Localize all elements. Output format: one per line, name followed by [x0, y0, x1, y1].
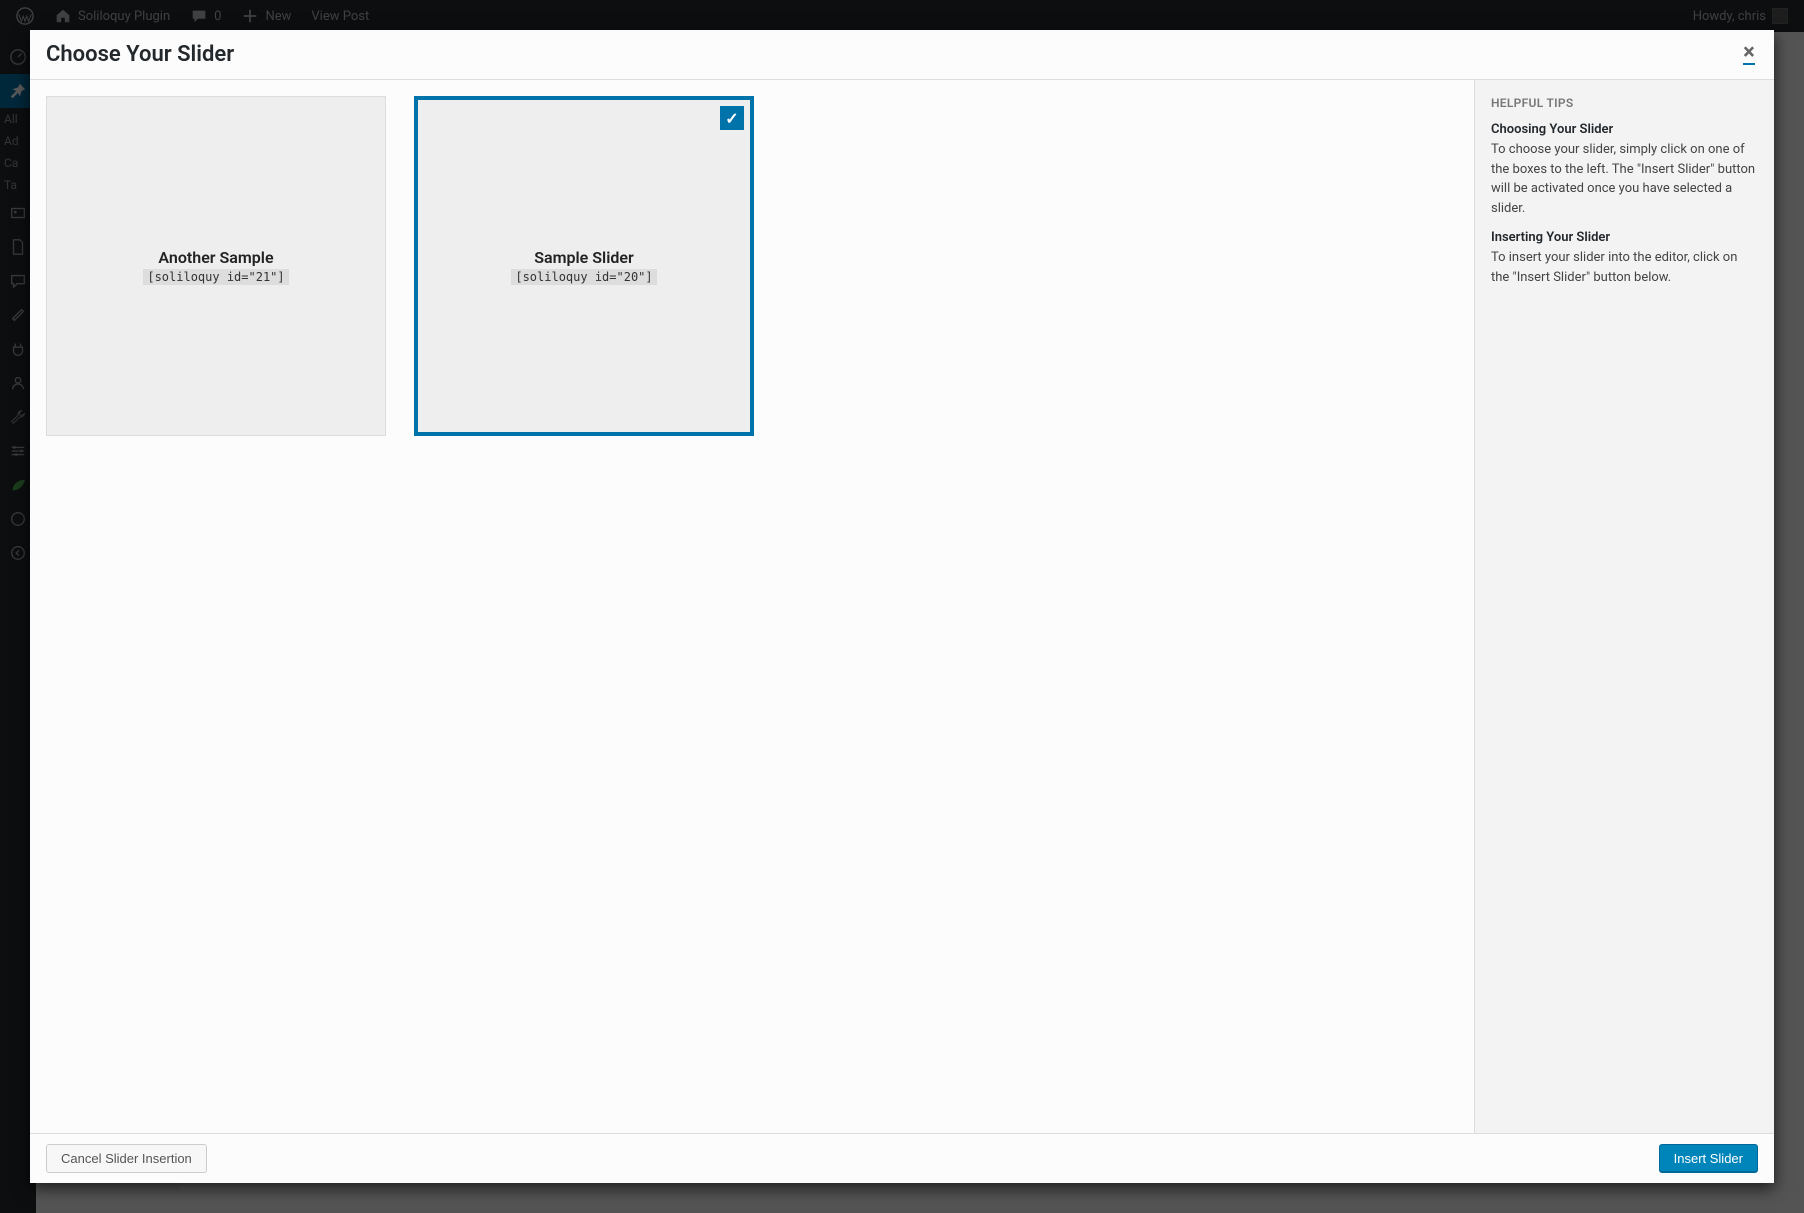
- slider-name: Sample Slider: [534, 248, 633, 267]
- slider-shortcode: [soliloquy id="20"]: [511, 269, 656, 285]
- close-icon: ×: [1743, 45, 1755, 65]
- modal-header: Choose Your Slider ×: [30, 30, 1774, 80]
- help-text-choosing: To choose your slider, simply click on o…: [1491, 140, 1758, 218]
- help-text-inserting: To insert your slider into the editor, c…: [1491, 248, 1758, 287]
- slider-name: Another Sample: [158, 248, 273, 267]
- modal-footer: Cancel Slider Insertion Insert Slider: [30, 1133, 1774, 1183]
- modal-close-button[interactable]: ×: [1724, 30, 1774, 80]
- help-subheading-inserting: Inserting Your Slider: [1491, 230, 1758, 245]
- help-subheading-choosing: Choosing Your Slider: [1491, 122, 1758, 137]
- modal-body: Another Sample [soliloquy id="21"] ✓ Sam…: [30, 80, 1774, 1133]
- help-pane: HELPFUL TIPS Choosing Your Slider To cho…: [1474, 80, 1774, 1133]
- slider-shortcode: [soliloquy id="21"]: [143, 269, 288, 285]
- check-icon: ✓: [720, 106, 744, 130]
- cancel-button[interactable]: Cancel Slider Insertion: [46, 1144, 207, 1173]
- insert-slider-button[interactable]: Insert Slider: [1659, 1144, 1758, 1173]
- modal-title: Choose Your Slider: [46, 42, 234, 67]
- choose-slider-modal: Choose Your Slider × Another Sample [sol…: [30, 30, 1774, 1183]
- help-heading: HELPFUL TIPS: [1491, 96, 1758, 110]
- slider-card[interactable]: Another Sample [soliloquy id="21"]: [46, 96, 386, 436]
- slider-grid: Another Sample [soliloquy id="21"] ✓ Sam…: [30, 80, 1474, 1133]
- slider-card[interactable]: ✓ Sample Slider [soliloquy id="20"]: [414, 96, 754, 436]
